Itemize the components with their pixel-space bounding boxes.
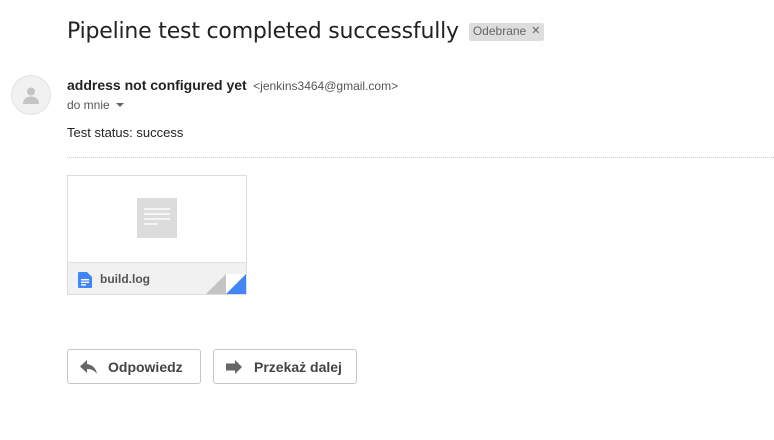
attachment-divider [67, 157, 774, 158]
attachment-card[interactable]: build.log [67, 175, 247, 295]
sender-email: <jenkins3464@gmail.com> [253, 79, 399, 93]
label-chip-text: Odebrane [472, 23, 527, 38]
document-preview-icon [137, 198, 177, 238]
recipient-line[interactable]: do mnie [67, 98, 124, 112]
label-chip-inbox[interactable]: Odebrane ✕ [468, 22, 545, 41]
chevron-down-icon[interactable] [115, 103, 124, 107]
forward-icon [226, 359, 244, 374]
reply-button-label: Odpowiedz [108, 358, 183, 375]
recipient-text: do mnie [67, 98, 110, 112]
reply-button[interactable]: Odpowiedz [67, 349, 201, 384]
remove-label-icon[interactable]: ✕ [531, 24, 540, 39]
email-subject: Pipeline test completed successfully [67, 19, 459, 44]
attachment-file-name: build.log [100, 272, 150, 286]
reply-icon [80, 359, 98, 374]
forward-button-label: Przekaż dalej [254, 358, 342, 375]
person-icon [23, 87, 39, 104]
email-view: Pipeline test completed successfully Ode… [0, 0, 774, 440]
attachment-preview[interactable] [68, 176, 246, 262]
subject-row: Pipeline test completed successfully Ode… [67, 19, 545, 44]
sender-avatar [11, 75, 51, 115]
sender-line: address not configured yet <jenkins3464@… [67, 77, 398, 95]
document-icon [78, 272, 92, 288]
file-type-corner-icon [206, 274, 246, 294]
email-body: Test status: success [67, 125, 184, 140]
sender-name: address not configured yet [67, 77, 247, 93]
forward-button[interactable]: Przekaż dalej [213, 349, 357, 384]
